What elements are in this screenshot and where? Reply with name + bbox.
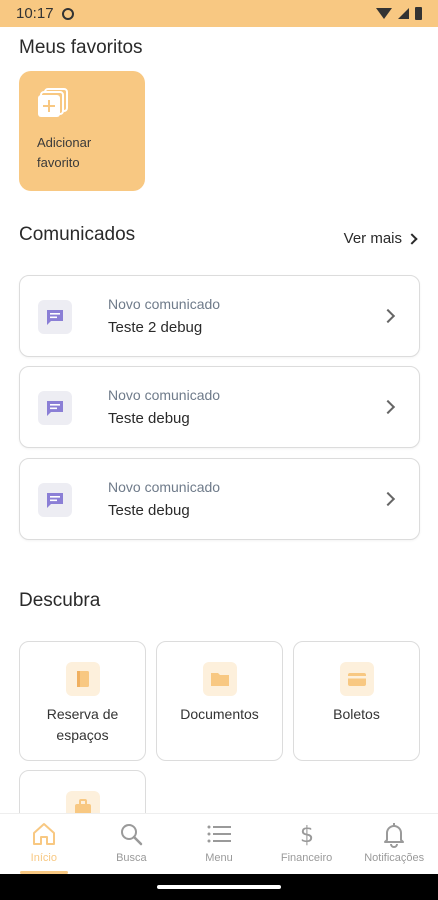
search-icon — [117, 820, 145, 848]
briefcase-icon — [66, 791, 100, 813]
chevron-right-icon — [406, 232, 418, 245]
comunicado-card[interactable]: Novo comunicado Teste debug — [19, 458, 420, 540]
nav-label: Menu — [205, 852, 233, 864]
bell-icon — [380, 820, 408, 848]
comunicado-subtitle: Novo comunicado — [108, 387, 221, 403]
comunicado-title: Teste debug — [108, 410, 190, 427]
system-gesture-bar — [0, 874, 438, 900]
nav-label: Busca — [116, 852, 147, 864]
comunicado-card[interactable]: Novo comunicado Teste debug — [19, 366, 420, 448]
nav-item-financeiro[interactable]: $ Financeiro — [263, 814, 351, 874]
nav-item-inicio[interactable]: Início — [0, 814, 88, 874]
status-icons — [376, 7, 422, 20]
favorites-title: Meus favoritos — [19, 37, 143, 58]
message-icon — [38, 300, 72, 334]
wifi-icon — [376, 8, 392, 19]
battery-icon — [415, 7, 422, 20]
chevron-right-icon — [380, 399, 396, 415]
comunicado-title: Teste 2 debug — [108, 319, 203, 336]
discover-label: Boletos — [333, 706, 380, 722]
card-icon — [340, 662, 374, 696]
home-icon — [30, 820, 58, 848]
discover-card-more[interactable] — [19, 770, 146, 813]
add-favorite-icon — [37, 87, 69, 119]
discover-card-documentos[interactable]: Documentos — [156, 641, 283, 761]
signal-icon — [398, 8, 409, 19]
see-more-label: Ver mais — [343, 230, 402, 247]
dollar-icon: $ — [293, 820, 321, 848]
add-favorite-card[interactable]: Adicionar favorito — [19, 71, 145, 191]
home-scroll-area[interactable]: Meus favoritos Adicionar favorito Comuni… — [0, 27, 438, 813]
book-icon — [66, 662, 100, 696]
chevron-right-icon — [380, 308, 396, 324]
nav-item-notificacoes[interactable]: Notificações — [350, 814, 438, 874]
nav-label: Financeiro — [280, 852, 333, 864]
discover-label: Documentos — [180, 706, 259, 722]
nav-item-busca[interactable]: Busca — [88, 814, 176, 874]
nav-item-menu[interactable]: Menu — [175, 814, 263, 874]
nav-label: Início — [30, 852, 57, 864]
message-icon — [38, 483, 72, 517]
discover-card-reserva[interactable]: Reserva de espaços — [19, 641, 146, 761]
folder-icon — [203, 662, 237, 696]
status-bar: 10:17 — [0, 0, 438, 27]
comunicado-title: Teste debug — [108, 502, 190, 519]
discover-label: Reserva de espaços — [46, 706, 119, 743]
comunicado-subtitle: Novo comunicado — [108, 479, 221, 495]
comunicado-card[interactable]: Novo comunicado Teste 2 debug — [19, 275, 420, 357]
bottom-navigation: Início Busca Menu $ Financeiro Notificaç… — [0, 813, 438, 874]
menu-icon — [205, 820, 233, 848]
message-icon — [38, 391, 72, 425]
discover-card-boletos[interactable]: Boletos — [293, 641, 420, 761]
add-favorite-label: Adicionar favorito — [37, 135, 92, 170]
notification-status-icon — [61, 7, 74, 20]
svg-text:$: $ — [300, 823, 314, 848]
home-gesture-handle[interactable] — [157, 885, 281, 889]
comunicados-title: Comunicados — [19, 224, 136, 245]
status-time: 10:17 — [16, 5, 54, 22]
comunicado-subtitle: Novo comunicado — [108, 296, 221, 312]
descubra-title: Descubra — [19, 590, 101, 611]
nav-label: Notificações — [364, 852, 425, 864]
chevron-right-icon — [380, 491, 396, 507]
see-more-link[interactable]: Ver mais — [343, 230, 418, 247]
